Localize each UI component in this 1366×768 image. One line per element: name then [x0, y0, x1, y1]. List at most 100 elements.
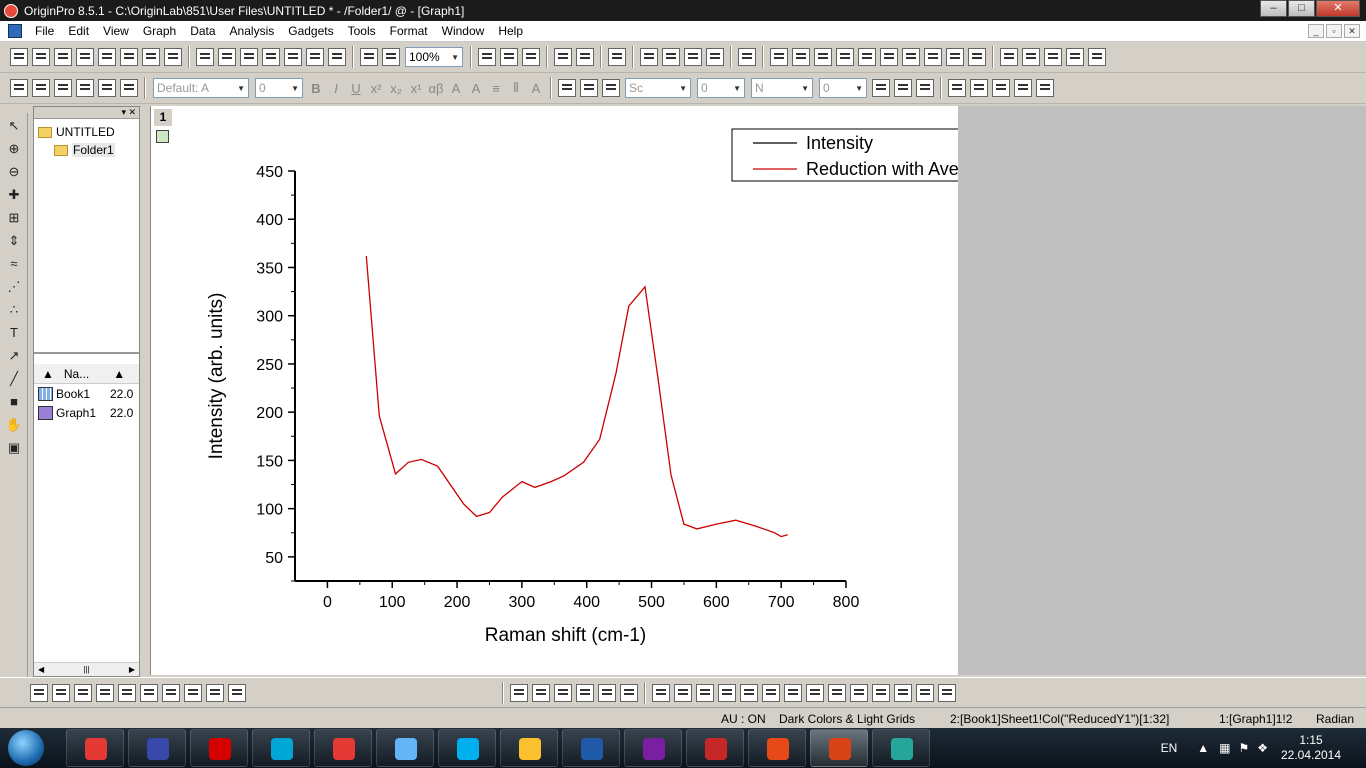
- project-explorer-icon[interactable]: [608, 48, 626, 66]
- rescale-icon[interactable]: [770, 48, 788, 66]
- arrow-tool-icon[interactable]: ↗: [5, 347, 23, 365]
- font-color-icon[interactable]: A: [527, 81, 545, 96]
- chrome-icon[interactable]: [66, 729, 124, 767]
- 3d-bars-icon[interactable]: [532, 683, 550, 702]
- import-ascii-icon[interactable]: [306, 48, 324, 66]
- column-plot-icon[interactable]: [96, 683, 114, 702]
- group-icon[interactable]: [54, 79, 72, 97]
- new-notes-icon[interactable]: [164, 48, 182, 66]
- open-icon[interactable]: [196, 48, 214, 66]
- rectangle-tool-icon[interactable]: ■: [5, 393, 23, 411]
- line-plot-icon[interactable]: [30, 683, 48, 702]
- hand-icon[interactable]: ✋: [5, 416, 23, 434]
- clock-icon[interactable]: [1066, 48, 1084, 66]
- results-log-icon[interactable]: [576, 48, 594, 66]
- music-icon[interactable]: [252, 729, 310, 767]
- menu-graph[interactable]: Graph: [136, 24, 183, 38]
- insert-graph-icon[interactable]: ▣: [5, 439, 23, 457]
- greek-icon[interactable]: αβ: [427, 81, 445, 96]
- pattern-icon[interactable]: [602, 79, 620, 97]
- rows-icon[interactable]: [1044, 48, 1062, 66]
- menu-window[interactable]: Window: [435, 24, 492, 38]
- same-height-icon[interactable]: [806, 683, 824, 702]
- opera-icon[interactable]: [190, 729, 248, 767]
- italic-icon[interactable]: I: [327, 81, 345, 96]
- mdi-restore-button[interactable]: ▫: [1326, 24, 1342, 38]
- area-plot-icon[interactable]: [140, 683, 158, 702]
- columns-icon[interactable]: [1022, 48, 1040, 66]
- winrar-icon[interactable]: [624, 729, 682, 767]
- export-icon[interactable]: [522, 48, 540, 66]
- align-left-icon[interactable]: [652, 683, 670, 702]
- 3d-surface-icon[interactable]: [510, 683, 528, 702]
- close-button[interactable]: ✕: [1316, 0, 1360, 17]
- swap-icon[interactable]: [992, 79, 1010, 97]
- network-icon[interactable]: ▦: [1219, 741, 1230, 755]
- ungroup-icon[interactable]: [76, 79, 94, 97]
- merge-graphs-icon[interactable]: [814, 48, 832, 66]
- data-reader-icon[interactable]: ⊞: [5, 209, 23, 227]
- left-align-icon[interactable]: ≡: [487, 81, 505, 96]
- minimize-button[interactable]: –: [1260, 0, 1287, 17]
- new-excel-icon[interactable]: [54, 48, 72, 66]
- line-color-icon[interactable]: [580, 79, 598, 97]
- pointer-icon[interactable]: ↖: [5, 117, 23, 135]
- clock[interactable]: 1:15 22.04.2014: [1276, 733, 1346, 763]
- mdi-minimize-button[interactable]: _: [1308, 24, 1324, 38]
- explorer-icon[interactable]: [500, 729, 558, 767]
- script-window-icon[interactable]: [684, 48, 702, 66]
- new-project-icon[interactable]: [10, 48, 28, 66]
- chart-svg[interactable]: 0 100 200 300 400 500 600 700 800 50 100 150 200 250 3…: [151, 106, 959, 675]
- align-bottom-icon[interactable]: [718, 683, 736, 702]
- underline-icon[interactable]: U: [347, 81, 365, 96]
- powerpoint-icon[interactable]: [748, 729, 806, 767]
- group-objects-icon[interactable]: [828, 683, 846, 702]
- maximize-button[interactable]: □: [1288, 0, 1315, 17]
- list-icon[interactable]: [1000, 48, 1018, 66]
- image-plot-icon[interactable]: [620, 683, 638, 702]
- back-icon[interactable]: [120, 79, 138, 97]
- list-item[interactable]: Book1 22.0: [34, 384, 139, 403]
- refresh-icon[interactable]: [382, 48, 400, 66]
- polar-plot-icon[interactable]: [184, 683, 202, 702]
- align-top-icon[interactable]: [696, 683, 714, 702]
- align-hcenter-icon[interactable]: [762, 683, 780, 702]
- grid-icon[interactable]: [894, 79, 912, 97]
- tray-arrow-icon[interactable]: ▲: [1197, 741, 1209, 755]
- list-item[interactable]: Graph1 22.0: [34, 403, 139, 422]
- graph-window[interactable]: 1 0 100 200 300 400 500 600 700 800 50 100 150 200 25…: [150, 106, 959, 675]
- open-excel-icon[interactable]: [240, 48, 258, 66]
- screen-reader-icon[interactable]: ✚: [5, 186, 23, 204]
- superscript-icon[interactable]: x²: [367, 81, 385, 96]
- scatter-plot-icon[interactable]: [52, 683, 70, 702]
- list-header[interactable]: ▲ Na... ▲: [34, 364, 139, 384]
- template-icon[interactable]: [228, 683, 246, 702]
- axis-top-icon[interactable]: [880, 48, 898, 66]
- menu-file[interactable]: File: [28, 24, 61, 38]
- menu-view[interactable]: View: [96, 24, 136, 38]
- box-chart-icon[interactable]: [206, 683, 224, 702]
- increase-font-icon[interactable]: A: [447, 81, 465, 96]
- axis-right-icon[interactable]: [902, 48, 920, 66]
- yandex-icon[interactable]: [314, 729, 372, 767]
- recalculate-icon[interactable]: [360, 48, 378, 66]
- new-graph-icon[interactable]: [76, 48, 94, 66]
- horizontal-scrollbar[interactable]: ◀ ||| ▶: [34, 662, 139, 676]
- skype-icon[interactable]: [438, 729, 496, 767]
- scroll-thumb[interactable]: |||: [83, 665, 89, 674]
- axis-four-icon[interactable]: [968, 48, 986, 66]
- border-color-combo[interactable]: N ▼: [751, 78, 813, 98]
- back-object-icon[interactable]: [894, 683, 912, 702]
- bring-front-icon[interactable]: [10, 79, 28, 97]
- menu-tools[interactable]: Tools: [341, 24, 383, 38]
- font-size-combo[interactable]: 0 ▼: [255, 78, 303, 98]
- new-layout-icon[interactable]: [142, 48, 160, 66]
- menu-data[interactable]: Data: [183, 24, 222, 38]
- zoom-in-icon[interactable]: ⊕: [5, 140, 23, 158]
- reverse-icon[interactable]: [1014, 79, 1032, 97]
- font-combo[interactable]: Default: A ▼: [153, 78, 249, 98]
- hatch-icon[interactable]: [872, 79, 890, 97]
- supersubscript-icon[interactable]: x¹: [407, 81, 425, 96]
- axis-cross-icon[interactable]: [946, 48, 964, 66]
- 3d-wire-icon[interactable]: [576, 683, 594, 702]
